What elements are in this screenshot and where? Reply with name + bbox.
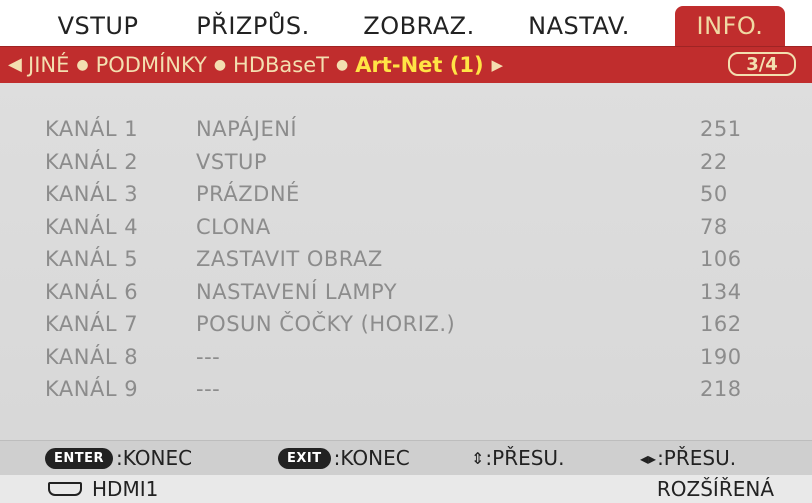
submenu-item-hdbaset[interactable]: HDBaseT [233,53,329,77]
separator-dot-icon: ● [213,57,227,73]
channel-value: 106 [700,247,742,271]
channel-value: 50 [700,182,728,206]
submenu-item-jine[interactable]: JINÉ [28,53,69,77]
channel-list: KANÁL 1 NAPÁJENÍ 251 KANÁL 2 VSTUP 22 KA… [0,115,812,408]
channel-function: --- [196,377,221,401]
channel-row: KANÁL 1 NAPÁJENÍ 251 [0,115,812,148]
channel-label: KANÁL 7 [45,312,139,336]
channel-value: 190 [700,344,742,369]
input-source-label: HDMI1 [92,477,159,501]
page-indicator: 3/4 [728,52,796,76]
channel-label: KANÁL 1 [45,117,139,141]
channel-row: KANÁL 2 VSTUP 22 [0,148,812,181]
submenu-item-podminky[interactable]: PODMÍNKY [96,53,207,77]
channel-value: 218 [700,377,742,401]
channel-row: KANÁL 7 POSUN ČOČKY (HORIZ.) 162 [0,310,812,343]
channel-row: KANÁL 5 ZASTAVIT OBRAZ 106 [0,245,812,278]
channel-value: 251 [700,117,742,141]
help-updown: ⇕ :PŘESU. [471,445,564,471]
channel-label: KANÁL 3 [45,182,139,206]
channel-row: KANÁL 3 PRÁZDNÉ 50 [0,180,812,213]
help-leftright: ◂▸ :PŘESU. [640,445,736,471]
help-updown-label: :PŘESU. [485,446,565,470]
main-menu-tabs: VSTUP PŘIZPŮS. ZOBRAZ. NASTAV. INFO. [0,0,812,46]
separator-dot-icon: ● [76,57,89,73]
channel-label: KANÁL 6 [45,279,139,304]
channel-value: 22 [700,149,728,174]
channel-row: KANÁL 6 NASTAVENÍ LAMPY 134 [0,278,812,311]
tab-info[interactable]: INFO. [675,6,785,46]
help-enter-label: :KONEC [116,446,193,470]
channel-label: KANÁL 4 [45,214,139,239]
enter-key-icon: ENTER [45,447,114,469]
help-exit-label: :KONEC [333,446,410,470]
key-help-bar: ENTER :KONEC EXIT :KONEC ⇕ :PŘESU. ◂▸ :P… [0,440,812,475]
tab-nastav[interactable]: NASTAV. [508,6,650,46]
hdmi-connector-icon [48,482,82,496]
channel-row: KANÁL 8 --- 190 [0,343,812,376]
channel-function: NAPÁJENÍ [196,117,298,141]
channel-row: KANÁL 9 --- 218 [0,375,812,408]
channel-label: KANÁL 2 [45,149,139,174]
tab-vstup[interactable]: VSTUP [44,6,152,46]
status-bar: HDMI1 ROZŠÍŘENÁ [0,475,812,503]
channel-value: 134 [700,279,742,304]
channel-label: KANÁL 8 [45,344,139,369]
submenu-bar: ◀ JINÉ ● PODMÍNKY ● HDBaseT ● Art-Net (1… [0,46,812,83]
channel-function: --- [196,344,221,369]
input-source: HDMI1 [48,477,158,501]
projector-osd-menu: VSTUP PŘIZPŮS. ZOBRAZ. NASTAV. INFO. ◀ J… [0,0,812,503]
channel-function: PRÁZDNÉ [196,182,300,206]
channel-function: ZASTAVIT OBRAZ [196,247,383,271]
channel-function: CLONA [196,214,271,239]
channel-value: 162 [700,312,742,336]
menu-mode-label: ROZŠÍŘENÁ [656,477,774,501]
tab-prizpus[interactable]: PŘIZPŮS. [178,6,328,46]
channel-label: KANÁL 9 [45,377,139,401]
channel-label: KANÁL 5 [45,247,139,271]
up-down-arrows-icon: ⇕ [471,448,485,468]
submenu-breadcrumb: JINÉ ● PODMÍNKY ● HDBaseT ● Art-Net (1) … [28,50,503,80]
channel-function: POSUN ČOČKY (HORIZ.) [196,312,456,336]
help-enter[interactable]: ENTER :KONEC [45,445,192,471]
tab-zobraz[interactable]: ZOBRAZ. [342,6,496,46]
channel-row: KANÁL 4 CLONA 78 [0,213,812,246]
submenu-item-artnet-1[interactable]: Art-Net (1) [355,53,483,77]
left-right-arrows-icon: ◂▸ [640,448,657,468]
submenu-right-arrow-icon[interactable]: ▶ [492,56,504,74]
channel-value: 78 [700,214,728,239]
channel-function: VSTUP [196,149,268,174]
help-leftright-label: :PŘESU. [657,446,737,470]
channel-function: NASTAVENÍ LAMPY [196,279,398,304]
separator-dot-icon: ● [335,57,349,73]
exit-key-icon: EXIT [278,447,331,469]
help-exit[interactable]: EXIT :KONEC [278,445,410,471]
submenu-left-arrow-icon[interactable]: ◀ [8,54,22,75]
